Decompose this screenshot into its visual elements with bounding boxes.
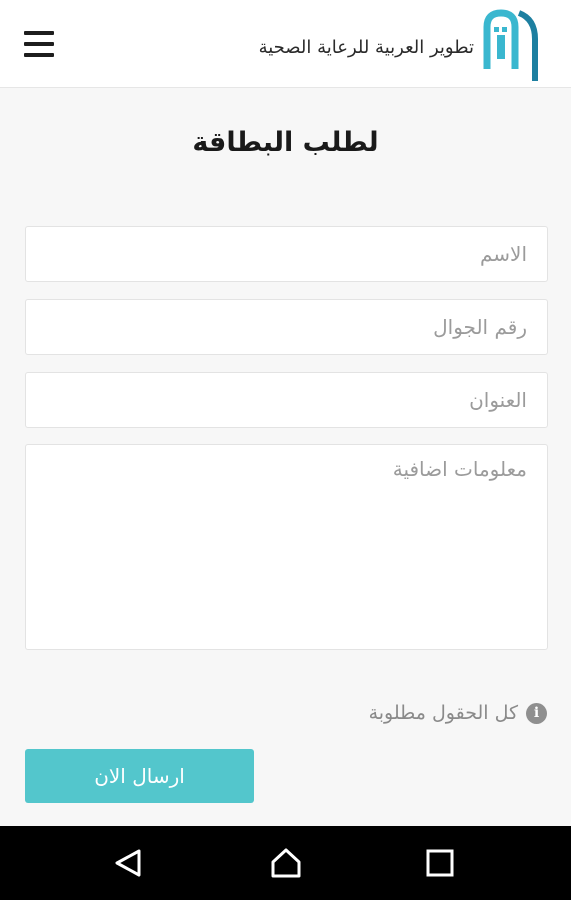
page-title: لطلب البطاقة (192, 127, 379, 158)
app-header: تطوير العربية للرعاية الصحية (0, 0, 571, 88)
extra-info-field[interactable] (25, 444, 548, 650)
brand-name: تطوير العربية للرعاية الصحية (258, 37, 474, 58)
menu-bar (24, 53, 54, 57)
home-icon[interactable] (269, 848, 303, 878)
back-triangle-icon[interactable] (111, 848, 145, 878)
info-icon: i (526, 702, 547, 724)
phone-field[interactable] (25, 299, 548, 355)
name-field[interactable] (25, 226, 548, 282)
menu-bar (24, 31, 54, 35)
menu-bar (24, 42, 54, 46)
address-field[interactable] (25, 372, 548, 428)
submit-button[interactable]: ارسال الان (25, 749, 254, 803)
required-note: i كل الحقول مطلوبة (369, 702, 547, 724)
hamburger-menu-icon[interactable] (24, 31, 54, 57)
brand-logo-icon[interactable] (477, 5, 543, 83)
recents-square-icon[interactable] (422, 848, 456, 878)
required-note-text: كل الحقول مطلوبة (368, 702, 518, 724)
system-nav-bar (0, 826, 571, 900)
